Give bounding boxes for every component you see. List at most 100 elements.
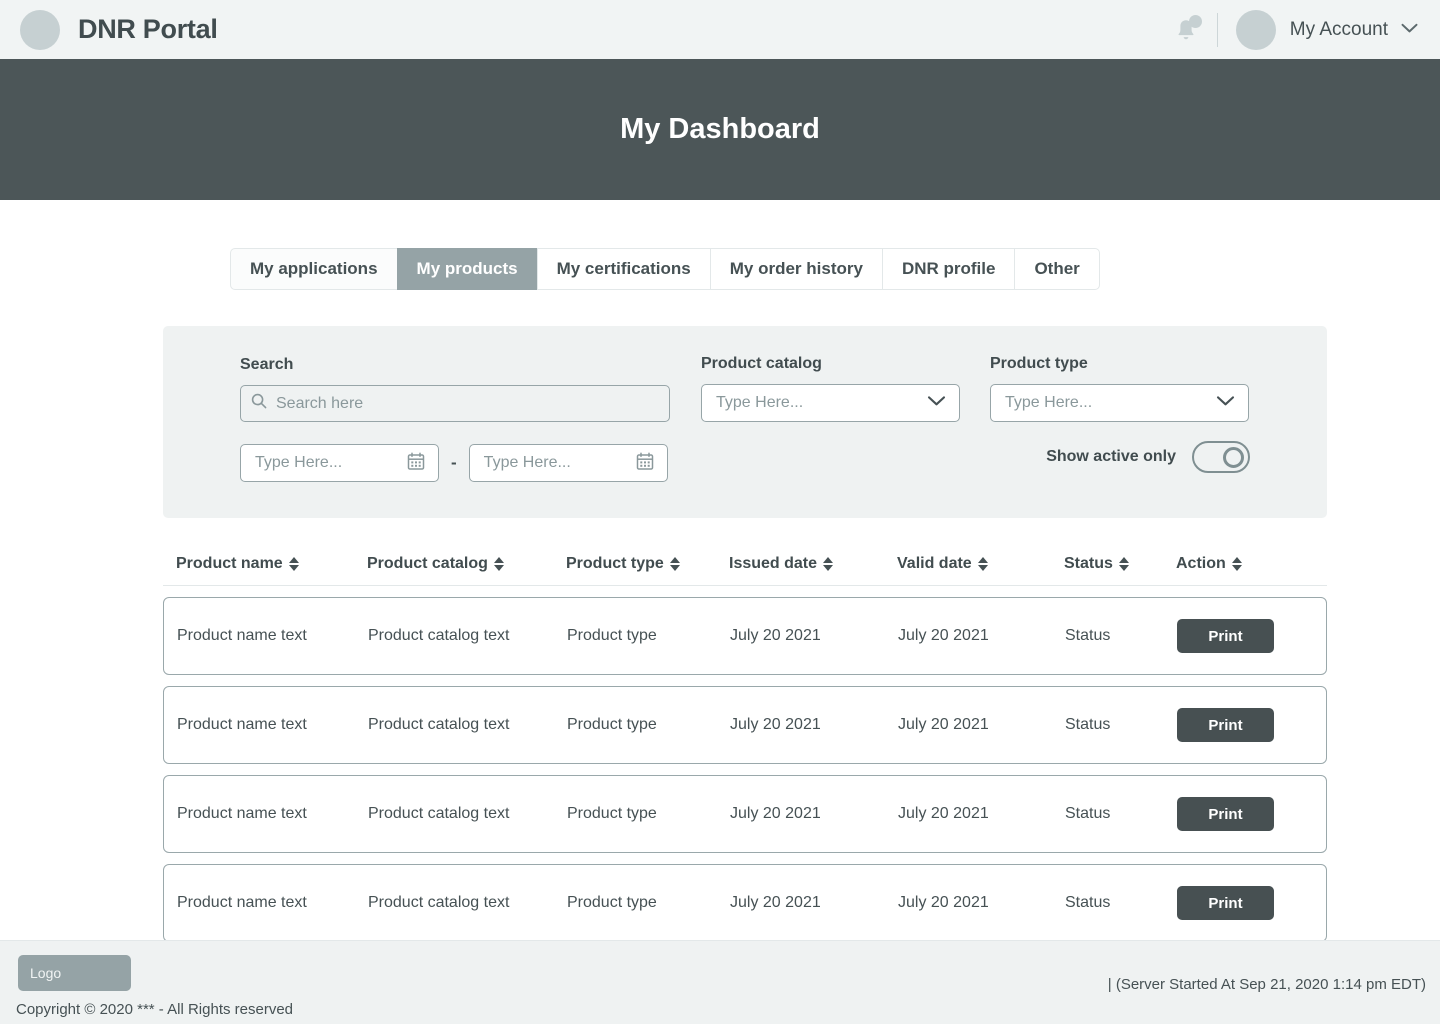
- cell-action: Print: [1177, 797, 1287, 831]
- calendar-icon[interactable]: [635, 451, 655, 476]
- calendar-icon[interactable]: [406, 451, 426, 476]
- product-catalog-value: Type Here...: [716, 394, 804, 411]
- cell-action: Print: [1177, 708, 1287, 742]
- column-label: Action: [1176, 554, 1226, 572]
- table-row[interactable]: Product name text Product catalog text P…: [163, 686, 1327, 764]
- cell-action: Print: [1177, 619, 1287, 653]
- search-icon: [251, 393, 267, 414]
- cell-issued-date: July 20 2021: [730, 627, 821, 644]
- column-header-product-type[interactable]: Product type: [566, 555, 729, 573]
- search-box[interactable]: [240, 385, 670, 422]
- show-active-only-toggle[interactable]: [1192, 441, 1250, 473]
- column-header-product-catalog[interactable]: Product catalog: [367, 555, 566, 573]
- search-label: Search: [240, 356, 294, 373]
- cell-product-name: Product name text: [177, 627, 307, 644]
- account-menu-label[interactable]: My Account: [1290, 19, 1388, 41]
- toggle-knob: [1223, 446, 1244, 468]
- sort-icon[interactable]: [977, 556, 988, 571]
- cell-product-type: Product type: [567, 716, 657, 733]
- tab-my-products[interactable]: My products: [396, 248, 537, 290]
- column-header-product-name[interactable]: Product name: [176, 555, 367, 573]
- search-field-group: Search: [240, 356, 670, 422]
- product-catalog-select[interactable]: Type Here...: [701, 384, 960, 422]
- sort-icon[interactable]: [1231, 556, 1242, 571]
- cell-action: Print: [1177, 886, 1287, 920]
- cell-product-name: Product name text: [177, 894, 307, 911]
- notification-bell-icon[interactable]: [1169, 13, 1203, 47]
- tab-bar: My applications My products My certifica…: [230, 248, 1440, 290]
- cell-product-catalog: Product catalog text: [368, 894, 510, 911]
- product-catalog-label: Product catalog: [701, 355, 822, 372]
- cell-valid-date: July 20 2021: [898, 805, 989, 822]
- cell-valid-date: July 20 2021: [898, 716, 989, 733]
- tab-dnr-profile[interactable]: DNR profile: [881, 248, 1015, 290]
- notification-badge: [1188, 14, 1202, 28]
- column-header-issued-date[interactable]: Issued date: [729, 555, 897, 573]
- product-catalog-field-group: Product catalog Type Here...: [701, 355, 960, 422]
- column-label: Issued date: [729, 554, 818, 572]
- page-title: My Dashboard: [620, 113, 820, 145]
- tab-my-certifications[interactable]: My certifications: [536, 248, 710, 290]
- cell-status: Status: [1065, 805, 1111, 822]
- date-to-input[interactable]: Type Here...: [468, 444, 668, 482]
- column-label: Valid date: [897, 554, 972, 572]
- cell-product-catalog: Product catalog text: [368, 627, 510, 644]
- filter-panel: Search Product catalog Type Here... Prod…: [163, 326, 1327, 518]
- cell-product-name: Product name text: [177, 805, 307, 822]
- footer-copyright: Copyright © 2020 *** - All Rights reserv…: [16, 1001, 294, 1018]
- cell-issued-date: July 20 2021: [730, 805, 821, 822]
- print-button[interactable]: Print: [1177, 708, 1274, 742]
- brand-title: DNR Portal: [78, 14, 218, 44]
- cell-status: Status: [1065, 716, 1111, 733]
- search-input[interactable]: [276, 394, 659, 413]
- sort-icon[interactable]: [1118, 556, 1129, 571]
- date-range-separator: -: [451, 453, 457, 472]
- user-avatar-icon[interactable]: [1235, 9, 1276, 50]
- top-header-bar: DNR Portal My Account: [0, 0, 1440, 59]
- cell-product-type: Product type: [567, 805, 657, 822]
- cell-product-type: Product type: [567, 627, 657, 644]
- brand[interactable]: DNR Portal: [20, 9, 218, 50]
- tab-my-order-history[interactable]: My order history: [709, 248, 882, 290]
- column-header-status[interactable]: Status: [1064, 555, 1176, 573]
- cell-product-type: Product type: [567, 894, 657, 911]
- cell-issued-date: July 20 2021: [730, 716, 821, 733]
- tab-other[interactable]: Other: [1014, 248, 1100, 290]
- sort-icon[interactable]: [669, 556, 680, 571]
- table-row[interactable]: Product name text Product catalog text P…: [163, 775, 1327, 853]
- date-to-value: Type Here...: [483, 454, 571, 471]
- table-row[interactable]: Product name text Product catalog text P…: [163, 864, 1327, 942]
- product-type-value: Type Here...: [1005, 394, 1093, 411]
- cell-status: Status: [1065, 627, 1111, 644]
- cell-product-catalog: Product catalog text: [368, 716, 510, 733]
- cell-product-catalog: Product catalog text: [368, 805, 510, 822]
- product-type-label: Product type: [990, 355, 1088, 372]
- column-label: Product catalog: [367, 554, 488, 572]
- sort-icon[interactable]: [493, 556, 504, 571]
- column-header-valid-date[interactable]: Valid date: [897, 555, 1064, 573]
- tab-my-applications[interactable]: My applications: [230, 248, 397, 290]
- print-button[interactable]: Print: [1177, 797, 1274, 831]
- date-from-input[interactable]: Type Here...: [240, 444, 439, 482]
- footer-logo: Logo: [18, 955, 131, 991]
- sort-icon[interactable]: [288, 556, 299, 571]
- product-type-select[interactable]: Type Here...: [990, 384, 1249, 422]
- table-row[interactable]: Product name text Product catalog text P…: [163, 597, 1327, 675]
- product-type-field-group: Product type Type Here...: [990, 355, 1249, 422]
- cell-status: Status: [1065, 894, 1111, 911]
- show-active-only-group: Show active only: [1046, 441, 1250, 473]
- header-divider: [1216, 12, 1218, 47]
- print-button[interactable]: Print: [1177, 886, 1274, 920]
- column-header-action[interactable]: Action: [1176, 555, 1286, 573]
- cell-valid-date: July 20 2021: [898, 627, 989, 644]
- column-label: Product name: [176, 554, 283, 572]
- chevron-down-icon[interactable]: [1401, 21, 1418, 39]
- page-banner: My Dashboard: [0, 59, 1440, 200]
- products-table: Product name Product catalog Product typ…: [163, 542, 1327, 942]
- show-active-only-label: Show active only: [1046, 448, 1176, 465]
- chevron-down-icon: [1216, 394, 1235, 412]
- table-header-row: Product name Product catalog Product typ…: [163, 542, 1327, 586]
- print-button[interactable]: Print: [1177, 619, 1274, 653]
- sort-icon[interactable]: [823, 556, 834, 571]
- footer-server-info: | (Server Started At Sep 21, 2020 1:14 p…: [1107, 976, 1426, 993]
